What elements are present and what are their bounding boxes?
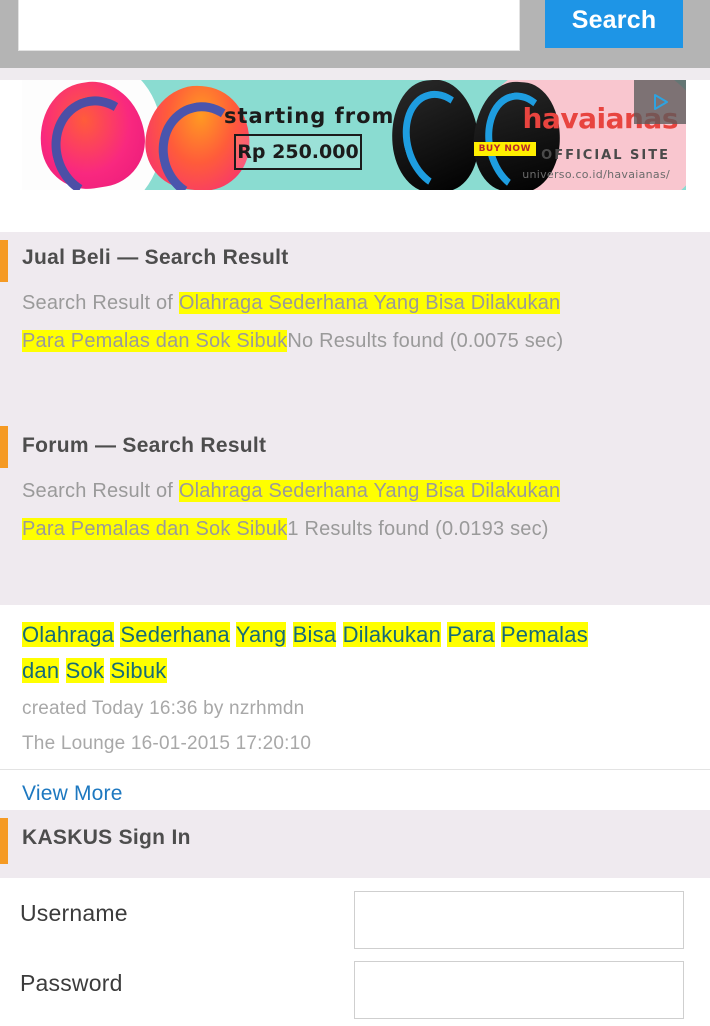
ad-starting-from-text: starting from [224, 104, 395, 128]
section-header-forum: Forum — Search Result [0, 420, 710, 468]
summary-query-line1: Olahraga Sederhana Yang Bisa Dilakukan [178, 292, 561, 314]
section-jual-beli: Jual Beli — Search Result Search Result … [0, 232, 710, 420]
password-label: Password [20, 970, 123, 996]
result-title-word: Sibuk [110, 658, 167, 683]
signin-title: KASKUS Sign In [22, 826, 191, 849]
ad-price-box: Rp 250.000 [234, 134, 362, 170]
section-forum: Forum — Search Result Search Result of O… [0, 420, 710, 605]
ad-official-site-text: OFFICIAL SITE [541, 148, 670, 163]
section-header-signin: KASKUS Sign In [0, 810, 710, 878]
result-title-word: dan [22, 658, 60, 683]
section-title: Jual Beli — Search Result [22, 246, 289, 269]
username-input[interactable] [354, 891, 684, 949]
result-title-word: Bisa [292, 622, 337, 647]
search-bar-shadow [0, 68, 710, 80]
summary-suffix: 1 Results found (0.0193 sec) [287, 518, 549, 540]
search-input[interactable] [18, 0, 520, 51]
havaianas-banner[interactable]: starting from Rp 250.000 havaianas BUY N… [22, 80, 686, 190]
result-title-link[interactable]: Olahraga Sederhana Yang Bisa Dilakukan P… [0, 605, 710, 691]
search-result-item[interactable]: Olahraga Sederhana Yang Bisa Dilakukan P… [0, 605, 710, 810]
section-summary-forum: Search Result of Olahraga Sederhana Yang… [0, 468, 710, 566]
summary-query-line2: Para Pemalas dan Sok Sibuk [22, 330, 288, 352]
play-icon[interactable] [634, 80, 686, 124]
result-title-word: Para [447, 622, 495, 647]
result-meta-created: created Today 16:36 by nzrhmdn [22, 698, 305, 719]
username-row: Username [0, 886, 710, 956]
section-accent-bar [0, 818, 8, 864]
section-accent-bar [0, 240, 8, 282]
section-accent-bar [0, 426, 8, 468]
result-title-word: Sok [65, 658, 105, 683]
result-meta-forum: The Lounge 16-01-2015 17:20:10 [22, 733, 312, 754]
ad-url-text: universo.co.id/havaianas/ [522, 168, 670, 181]
result-title-word: Sederhana [120, 622, 230, 647]
search-button[interactable]: Search [545, 0, 683, 48]
signin-form: Username Password [0, 886, 710, 1024]
summary-query-line2: Para Pemalas dan Sok Sibuk [22, 518, 288, 540]
search-bar: Search [0, 0, 710, 68]
summary-prefix: Search Result of [22, 480, 179, 502]
result-title-word: Yang [235, 622, 287, 647]
password-input[interactable] [354, 961, 684, 1019]
section-header-jual-beli: Jual Beli — Search Result [0, 232, 710, 282]
summary-prefix: Search Result of [22, 292, 179, 314]
result-title-word: Pemalas [500, 622, 588, 647]
password-row: Password [0, 956, 710, 1026]
username-label: Username [20, 900, 128, 926]
summary-suffix: No Results found (0.0075 sec) [287, 330, 564, 352]
summary-query-line1: Olahraga Sederhana Yang Bisa Dilakukan [178, 480, 561, 502]
section-summary-jual-beli: Search Result of Olahraga Sederhana Yang… [0, 280, 710, 378]
ad-buy-now-badge[interactable]: BUY NOW [473, 142, 536, 156]
result-title-word: Olahraga [22, 622, 115, 647]
advertisement-container[interactable]: starting from Rp 250.000 havaianas BUY N… [0, 80, 710, 232]
section-title: Forum — Search Result [22, 434, 267, 457]
result-title-word: Dilakukan [342, 622, 441, 647]
